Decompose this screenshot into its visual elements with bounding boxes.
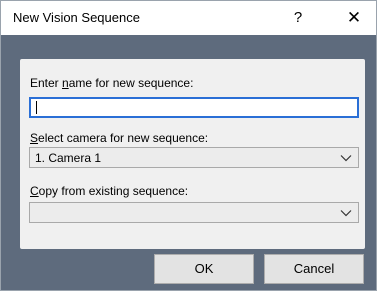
copy-label: Copy from existing sequence: <box>30 184 189 198</box>
form-panel: Enter name for new sequence: Select came… <box>20 59 365 249</box>
copy-sequence-select[interactable] <box>29 202 359 223</box>
chevron-down-icon <box>340 210 352 217</box>
new-vision-sequence-dialog: New Vision Sequence ? ✕ Enter name for n… <box>0 0 377 291</box>
help-button[interactable]: ? <box>276 1 320 35</box>
ok-button[interactable]: OK <box>154 254 254 284</box>
camera-label: Select camera for new sequence: <box>30 131 209 145</box>
cancel-button[interactable]: Cancel <box>264 254 364 284</box>
dialog-body: Enter name for new sequence: Select came… <box>1 35 376 290</box>
name-label: Enter name for new sequence: <box>30 76 194 90</box>
camera-select-value: 1. Camera 1 <box>35 151 102 165</box>
text-caret <box>36 101 37 114</box>
chevron-down-icon <box>340 155 352 162</box>
sequence-name-input[interactable] <box>29 97 359 118</box>
title-bar: New Vision Sequence ? ✕ <box>1 1 376 35</box>
help-icon: ? <box>293 9 303 26</box>
close-button[interactable]: ✕ <box>332 1 376 35</box>
dialog-title: New Vision Sequence <box>13 10 140 25</box>
camera-select[interactable]: 1. Camera 1 <box>29 147 359 168</box>
close-icon: ✕ <box>346 8 362 27</box>
